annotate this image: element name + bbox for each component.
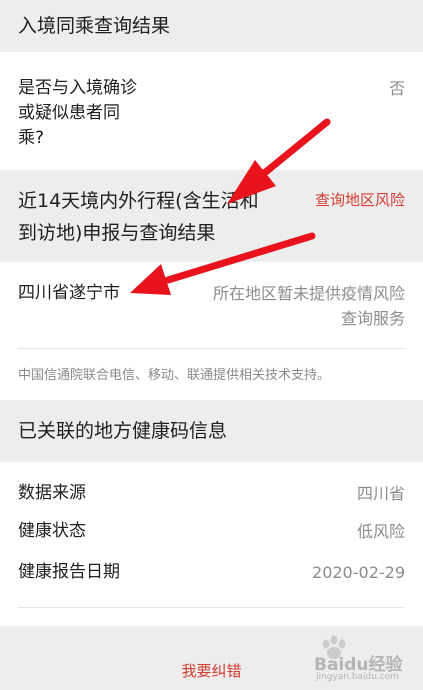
report-date-label: 健康报告日期	[18, 562, 120, 582]
location-risk-value: 所在地区暂未提供疫情风险 查询服务	[212, 284, 405, 328]
report-date-value: 2020-02-29	[312, 563, 405, 582]
section-title: 近14天境内外行程(含生活和 到访地)申报与查询结果	[18, 190, 259, 244]
ride-answer-value: 否	[388, 79, 405, 98]
section-header-entry-ride: 入境同乘查询结果	[0, 0, 423, 52]
baidu-watermark: Baidu经验 jingyan.baidu.com	[312, 634, 407, 686]
divider	[18, 607, 405, 608]
location-label: 四川省遂宁市	[18, 283, 120, 303]
health-status-label: 健康状态	[18, 521, 86, 541]
ride-question-label: 是否与入境确诊 或疑似患者同 乘?	[18, 78, 137, 148]
query-area-risk-link[interactable]: 查询地区风险	[315, 189, 405, 210]
health-status-value: 低风险	[356, 522, 405, 541]
section-header-health-code: 已关联的地方健康码信息	[0, 400, 423, 462]
tech-support-note: 中国信通院联合电信、移动、联通提供相关技术支持。	[18, 368, 331, 383]
data-source-value: 四川省	[356, 484, 405, 503]
divider	[18, 348, 405, 349]
section-title: 已关联的地方健康码信息	[18, 420, 228, 442]
watermark-url: jingyan.baidu.com	[316, 672, 400, 682]
section-title: 入境同乘查询结果	[18, 15, 171, 37]
section-header-travel: 近14天境内外行程(含生活和 到访地)申报与查询结果 查询地区风险	[0, 170, 423, 262]
data-source-label: 数据来源	[18, 483, 86, 503]
